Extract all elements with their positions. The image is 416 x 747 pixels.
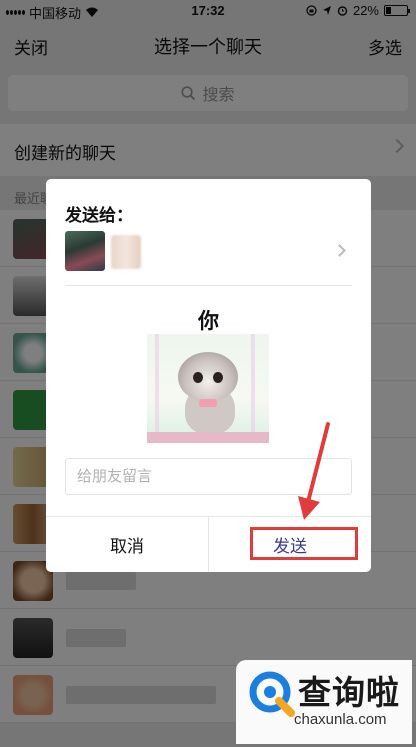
dialog-title: 发送给： xyxy=(65,206,133,225)
kitten-sticker-image xyxy=(147,334,269,443)
recipient-avatar xyxy=(111,235,141,269)
sticker-caption: 你 xyxy=(198,310,219,333)
watermark-brand: 查询啦 xyxy=(298,673,400,712)
chevron-right-icon xyxy=(333,244,346,257)
divider xyxy=(65,285,352,286)
send-highlight-box xyxy=(250,527,358,560)
watermark-url: chaxunla.com xyxy=(294,711,387,728)
watermark: 查询啦 chaxunla.com xyxy=(236,660,412,744)
recipient-selector[interactable] xyxy=(65,231,352,273)
cancel-button[interactable]: 取消 xyxy=(46,517,208,572)
recipient-avatar xyxy=(65,231,105,271)
chaxunla-logo-icon xyxy=(249,671,295,717)
pointer-arrow-icon xyxy=(298,422,330,520)
